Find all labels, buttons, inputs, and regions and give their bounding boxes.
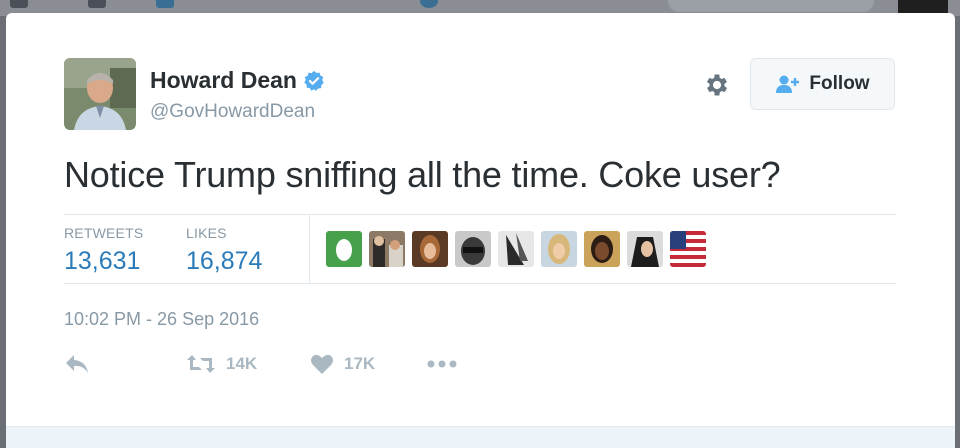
tweet-modal: Howard Dean @GovHowardDean Follow Notice… (6, 13, 955, 448)
reply-icon (66, 355, 88, 373)
retweets-value: 13,631 (64, 247, 141, 275)
liker-avatar[interactable] (455, 231, 491, 267)
liker-avatar[interactable] (326, 231, 362, 267)
liker-avatar[interactable] (627, 231, 663, 267)
divider (309, 215, 310, 283)
reply-button[interactable] (64, 353, 90, 375)
liker-avatar[interactable] (498, 231, 534, 267)
like-button[interactable]: 17K (310, 353, 375, 375)
display-name[interactable]: Howard Dean (150, 67, 297, 94)
retweet-icon (187, 355, 215, 373)
likers-avatar-list (326, 231, 713, 267)
more-button[interactable] (426, 353, 458, 375)
liker-avatar[interactable] (584, 231, 620, 267)
follow-button-label: Follow (809, 73, 870, 94)
gear-icon[interactable] (703, 71, 731, 99)
liker-avatar[interactable] (369, 231, 405, 267)
retweet-button[interactable]: 14K (186, 353, 257, 375)
retweets-stat[interactable]: RETWEETS 13,631 (64, 225, 143, 276)
follow-button[interactable]: Follow (750, 58, 895, 110)
heart-icon (311, 354, 333, 374)
background-notifications-icon (156, 0, 174, 8)
user-handle[interactable]: @GovHowardDean (150, 101, 315, 123)
liker-avatar[interactable] (670, 231, 706, 267)
more-icon (427, 360, 457, 368)
background-moments-icon (88, 0, 106, 8)
verified-icon (304, 70, 324, 91)
likes-label: LIKES (186, 225, 227, 241)
divider (64, 214, 896, 215)
tweet-timestamp[interactable]: 10:02 PM - 26 Sep 2016 (64, 309, 259, 330)
reply-area-strip (6, 426, 955, 448)
likes-value: 16,874 (186, 247, 263, 275)
background-bird-icon (420, 0, 438, 8)
likes-stat[interactable]: LIKES 16,874 (186, 225, 262, 276)
background-search-box (668, 0, 874, 12)
retweet-count: 14K (226, 354, 258, 373)
tweet-text: Notice Trump sniffing all the time. Coke… (64, 154, 781, 195)
background-home-icon (10, 0, 28, 8)
liker-avatar[interactable] (541, 231, 577, 267)
retweets-label: RETWEETS (64, 225, 144, 241)
divider (64, 283, 896, 284)
like-count: 17K (344, 354, 376, 373)
avatar[interactable] (64, 58, 136, 130)
follow-person-icon (776, 75, 800, 93)
liker-avatar[interactable] (412, 231, 448, 267)
